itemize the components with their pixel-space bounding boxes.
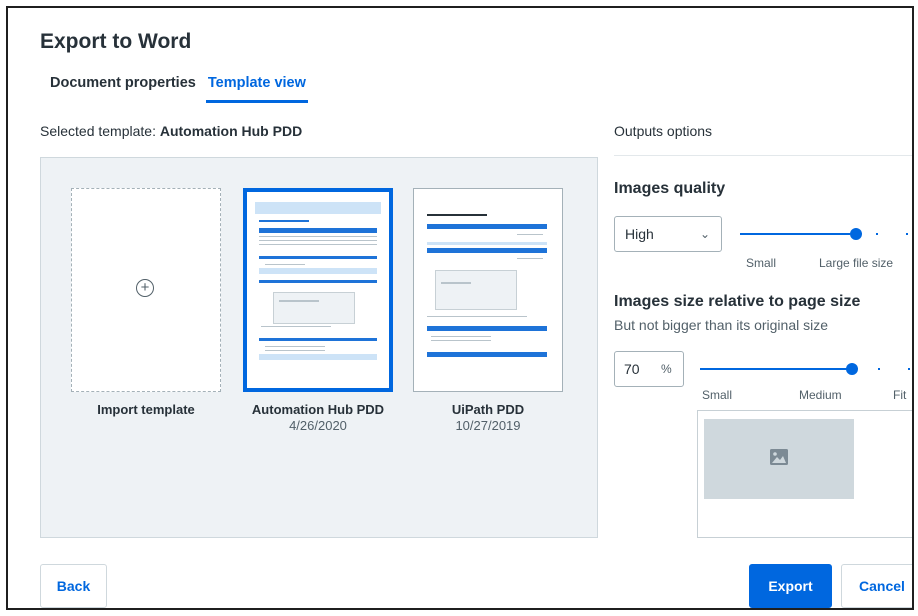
images-quality-heading: Images quality	[614, 180, 726, 197]
template-gallery: + Import template Automation Hub PDD 4/2…	[40, 157, 598, 538]
document-preview	[417, 192, 559, 388]
template-thumbnail[interactable]	[413, 188, 563, 392]
export-dialog: Export to Word Document properties Templ…	[6, 6, 914, 610]
tab-template-view[interactable]: Template view	[205, 74, 308, 103]
divider	[614, 155, 912, 156]
import-template-thumbnail[interactable]: +	[71, 188, 221, 392]
images-size-heading: Images size relative to page size	[614, 293, 861, 310]
template-name: UiPath PDD	[451, 402, 525, 417]
slider-thumb[interactable]	[850, 228, 862, 240]
images-quality-select[interactable]: High ⌄	[614, 216, 722, 252]
images-quality-value: High	[625, 226, 654, 242]
back-button[interactable]: Back	[40, 564, 107, 608]
dialog-title: Export to Word	[40, 30, 192, 53]
images-size-slider[interactable]	[700, 359, 912, 379]
selected-template-prefix: Selected template:	[40, 123, 160, 139]
slider-thumb[interactable]	[846, 363, 858, 375]
plus-circle-icon[interactable]: +	[136, 279, 154, 297]
tab-bar: Document properties Template view	[48, 74, 316, 103]
image-size-preview	[697, 410, 912, 538]
slider-label-small: Small	[702, 388, 733, 402]
slider-label-fit: Fit	[893, 388, 907, 402]
percent-unit: %	[661, 362, 672, 376]
chevron-down-icon[interactable]: ⌄	[700, 217, 710, 251]
cancel-button[interactable]: Cancel	[841, 564, 912, 608]
outputs-options-label: Outputs options	[614, 123, 713, 139]
document-preview	[251, 196, 385, 384]
template-thumbnail-selected[interactable]	[243, 188, 393, 392]
images-size-input[interactable]: 70 %	[614, 351, 684, 387]
selected-template-name: Automation Hub PDD	[159, 123, 303, 139]
slider-label-large: Large file size	[819, 256, 894, 270]
slider-label-small: Small	[746, 256, 777, 270]
template-name: Automation Hub PDD	[251, 402, 385, 417]
images-size-value[interactable]: 70	[624, 352, 640, 386]
images-quality-slider[interactable]	[740, 224, 912, 244]
template-date: 10/27/2019	[455, 418, 521, 433]
preview-image	[704, 419, 854, 499]
selected-template-label: Selected template: Automation Hub PDD	[40, 123, 302, 139]
tab-document-properties[interactable]: Document properties	[48, 74, 198, 100]
images-size-subtitle: But not bigger than its original size	[614, 317, 829, 333]
image-icon	[770, 449, 788, 465]
slider-label-medium: Medium	[799, 388, 842, 402]
export-button[interactable]: Export	[749, 564, 832, 608]
template-date: 4/26/2020	[289, 418, 347, 433]
template-name: Import template	[97, 402, 195, 417]
